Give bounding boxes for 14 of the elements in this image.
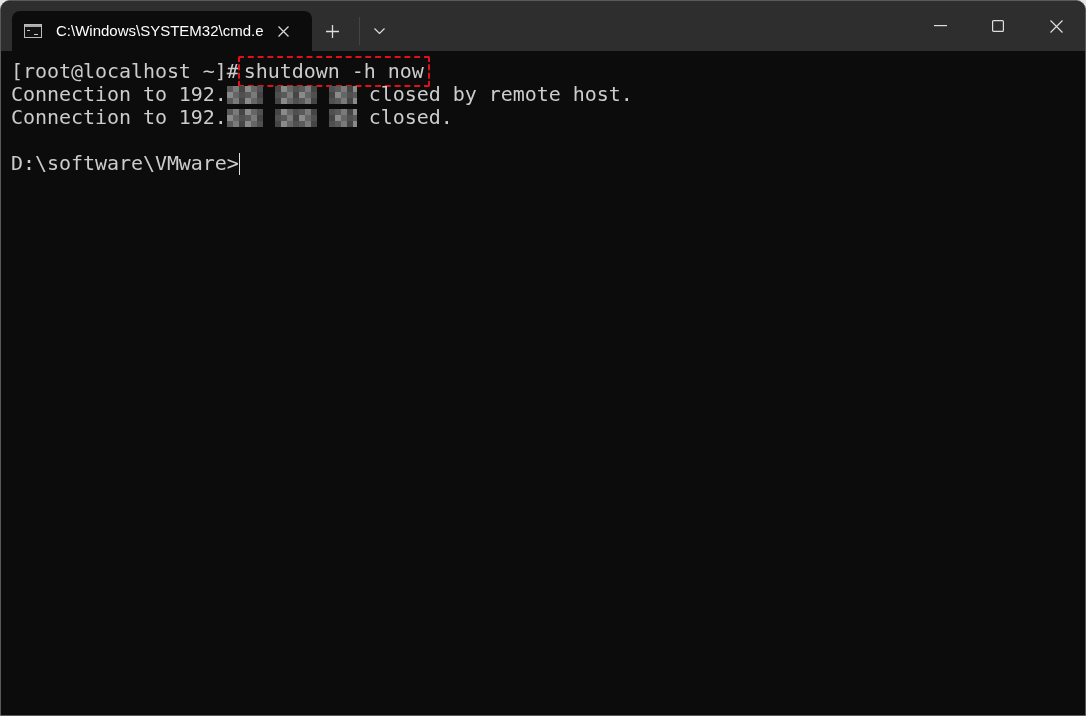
shell-prompt: D:\software\VMware> — [11, 152, 239, 175]
output-text: Connection to 192. — [11, 106, 227, 129]
tab-title: C:\Windows\SYSTEM32\cmd.e — [56, 20, 264, 41]
minimize-icon[interactable] — [933, 25, 947, 27]
maximize-icon[interactable] — [992, 20, 1004, 32]
terminal-icon — [24, 24, 42, 38]
close-icon[interactable] — [278, 25, 289, 37]
output-text: closed. — [368, 106, 453, 129]
plus-icon[interactable] — [326, 24, 339, 38]
chevron-down-icon[interactable] — [374, 27, 385, 35]
output-text: Connection to 192. — [11, 83, 227, 106]
close-icon[interactable] — [1049, 19, 1063, 33]
shell-prompt: [root@localhost ~]# — [11, 60, 239, 83]
terminal-tab[interactable]: C:\Windows\SYSTEM32\cmd.e — [12, 11, 312, 51]
